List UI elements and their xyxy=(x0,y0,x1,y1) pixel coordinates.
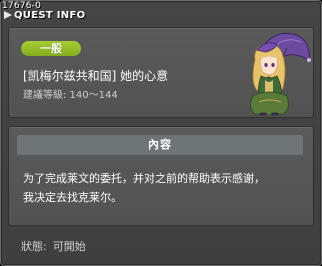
quest-content-panel: 內容 为了完成莱文的委托，并对之前的帮助表示感谢， 我决定去找克莱尔。 xyxy=(8,126,314,226)
description-line: 为了完成莱文的委托，并对之前的帮助表示感谢， xyxy=(23,172,265,185)
status-value: 可開始 xyxy=(52,240,86,253)
npc-portrait-icon xyxy=(250,32,311,116)
quest-status: 狀態: 可開始 xyxy=(21,240,86,253)
title-bullet-icon xyxy=(4,11,12,19)
quest-info-window: 17676-0 QUEST INFO 一般 [凯梅尔兹共和国] 她的心意 建議等… xyxy=(0,0,322,266)
quest-description: 为了完成莱文的委托，并对之前的帮助表示感谢， 我决定去找克莱尔。 xyxy=(23,169,305,207)
level-requirement: 建議等級: 140～144 xyxy=(23,90,118,101)
quest-title: [凯梅尔兹共和国] 她的心意 xyxy=(23,69,169,83)
content-header: 內容 xyxy=(17,135,303,155)
category-badge: 一般 xyxy=(21,41,81,56)
status-label: 狀態: xyxy=(21,240,47,253)
description-line: 我决定去找克莱尔。 xyxy=(23,191,122,204)
quest-info-panel: 一般 [凯梅尔兹共和国] 她的心意 建議等級: 140～144 xyxy=(8,27,314,118)
window-title: QUEST INFO xyxy=(14,10,86,21)
